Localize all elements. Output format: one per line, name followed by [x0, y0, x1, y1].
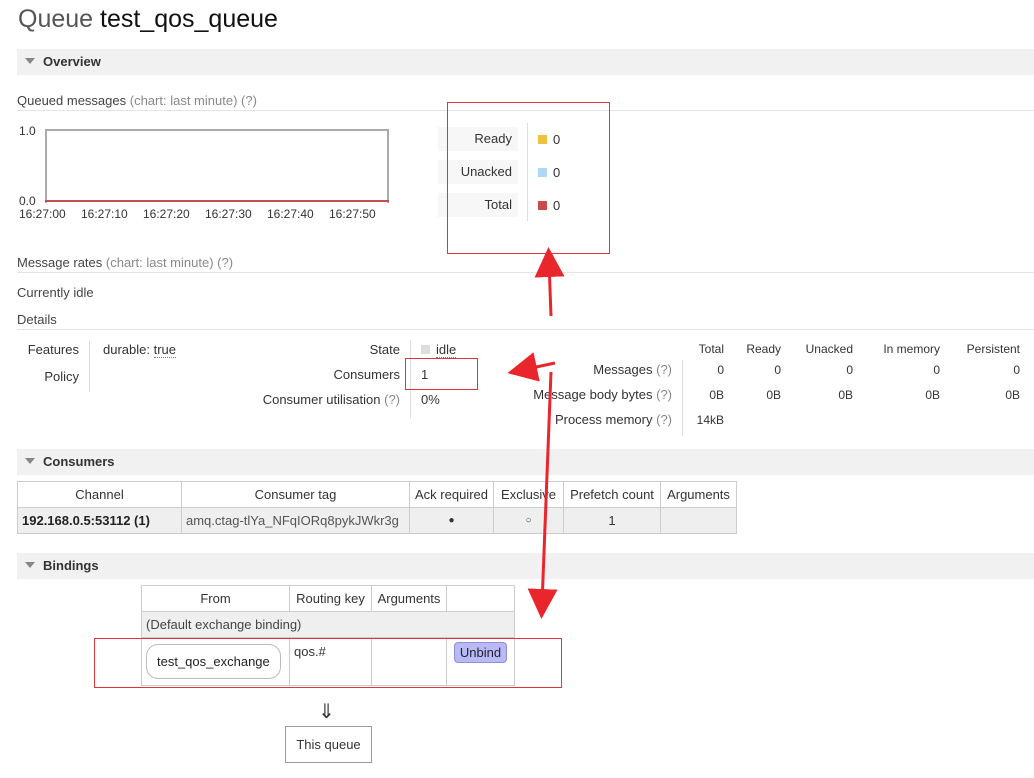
arrow-to-consumers [507, 352, 556, 382]
arrow-to-legend [534, 247, 565, 317]
arrow-to-binding [527, 371, 558, 619]
annotation-arrows [507, 247, 565, 619]
